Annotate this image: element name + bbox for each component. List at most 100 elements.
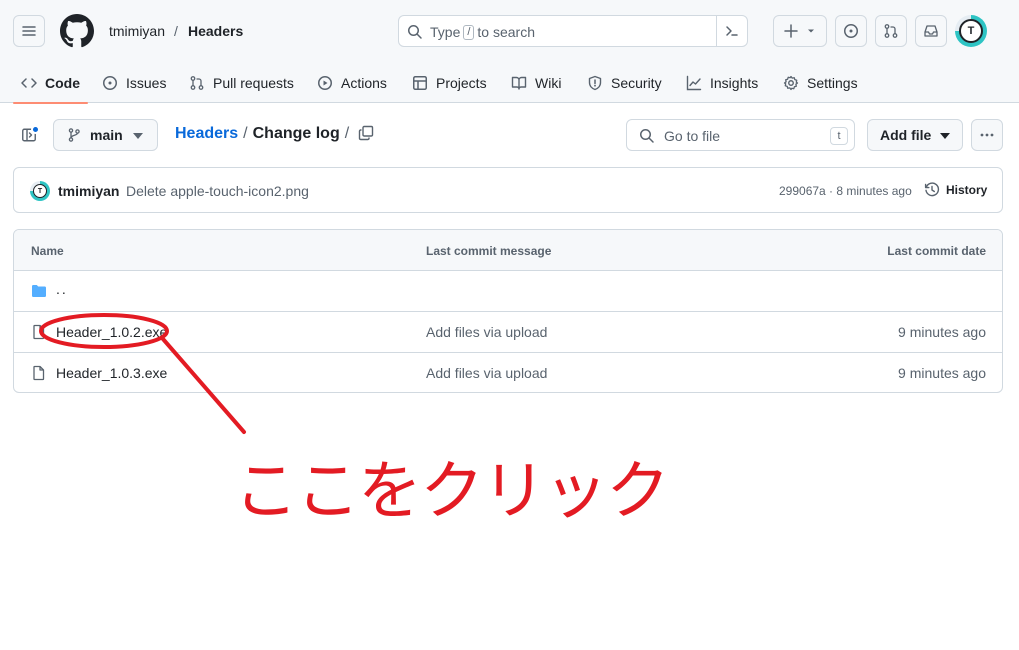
issue-circle-icon xyxy=(844,24,858,38)
tab-insights[interactable]: Insights xyxy=(686,62,758,103)
breadcrumb-separator: / xyxy=(174,23,178,39)
graph-icon xyxy=(686,75,702,90)
issue-icon xyxy=(103,75,117,90)
folder-icon xyxy=(32,285,46,297)
kebab-horizontal-icon xyxy=(980,133,994,137)
tab-label: Insights xyxy=(710,74,759,91)
latest-commit-bar: T tmimiyan Delete apple-touch-icon2.png … xyxy=(13,167,1003,213)
tab-label: Security xyxy=(611,74,662,91)
terminal-icon xyxy=(726,26,738,36)
column-header-date: Last commit date xyxy=(887,244,986,258)
parent-directory-link[interactable]: .. xyxy=(56,281,68,297)
branch-selector-button[interactable]: main xyxy=(53,119,158,151)
menu-button[interactable] xyxy=(13,15,45,47)
inbox-icon xyxy=(924,25,938,37)
file-path-breadcrumb: Headers / Change log / xyxy=(175,125,349,143)
commit-author[interactable]: tmimiyan xyxy=(58,183,119,199)
repo-nav: Code Issues Pull requests Actions Projec… xyxy=(0,62,1019,104)
pull-requests-button[interactable] xyxy=(875,15,907,47)
search-input[interactable]: Type / to search xyxy=(398,15,748,47)
triangle-down-icon xyxy=(133,133,143,139)
tab-label: Projects xyxy=(436,74,487,91)
history-button[interactable]: History xyxy=(924,182,987,198)
issues-button[interactable] xyxy=(835,15,867,47)
app-header: tmimiyan / Headers Type / to search T Co… xyxy=(0,0,1019,104)
file-name-link[interactable]: Header_1.0.2.exe xyxy=(56,324,167,340)
column-header-name: Name xyxy=(31,244,64,258)
tab-label: Issues xyxy=(126,74,167,91)
path-current-dir: Change log xyxy=(252,125,340,142)
commit-author-avatar[interactable]: T xyxy=(30,181,50,201)
book-icon xyxy=(511,76,527,90)
table-row[interactable]: Header_1.0.2.exe Add files via upload 9 … xyxy=(14,312,1002,353)
breadcrumb-owner[interactable]: tmimiyan xyxy=(109,23,165,39)
create-new-button[interactable] xyxy=(773,15,827,47)
branch-name: main xyxy=(90,127,123,143)
hamburger-icon xyxy=(22,26,36,36)
code-icon xyxy=(21,77,37,88)
path-trailing-separator: / xyxy=(344,125,350,142)
file-name-link[interactable]: Header_1.0.3.exe xyxy=(56,365,167,381)
avatar-letter: T xyxy=(33,184,47,198)
gear-icon xyxy=(783,75,799,90)
tab-settings[interactable]: Settings xyxy=(783,62,858,103)
file-icon xyxy=(33,365,45,381)
path-separator: / xyxy=(243,125,248,142)
github-logo-icon[interactable] xyxy=(60,14,94,48)
user-avatar[interactable]: T xyxy=(955,15,987,47)
annotation-label: ここをクリック xyxy=(234,455,670,529)
triangle-down-icon xyxy=(808,29,814,33)
pull-request-icon xyxy=(884,24,898,38)
search-shortcut-key: / xyxy=(463,24,475,40)
commit-date: 9 minutes ago xyxy=(898,365,986,381)
triangle-down-icon xyxy=(940,133,950,139)
path-repo-link[interactable]: Headers xyxy=(175,125,238,143)
table-icon xyxy=(413,75,427,90)
file-icon xyxy=(33,324,45,340)
commit-hash-time[interactable]: 299067a · 8 minutes ago xyxy=(779,184,912,198)
tab-label: Code xyxy=(45,74,80,91)
inbox-button[interactable] xyxy=(915,15,947,47)
tab-code[interactable]: Code xyxy=(13,62,88,104)
search-icon xyxy=(640,129,654,143)
search-placeholder-prefix: Type xyxy=(430,24,461,40)
tab-pull-requests[interactable]: Pull requests xyxy=(189,62,294,103)
tab-issues[interactable]: Issues xyxy=(102,62,166,103)
history-icon xyxy=(924,182,940,197)
tab-label: Actions xyxy=(341,74,387,91)
shield-icon xyxy=(588,75,602,90)
tab-label: Pull requests xyxy=(213,74,294,91)
tab-projects[interactable]: Projects xyxy=(412,62,487,103)
tab-wiki[interactable]: Wiki xyxy=(511,62,561,103)
commit-date: 9 minutes ago xyxy=(898,324,986,340)
play-icon xyxy=(318,75,332,90)
breadcrumb-repo[interactable]: Headers xyxy=(188,23,243,39)
go-to-file-shortcut: t xyxy=(830,127,848,145)
add-file-button[interactable]: Add file xyxy=(867,119,963,151)
table-header: Name Last commit message Last commit dat… xyxy=(14,230,1002,271)
commit-message-link[interactable]: Add files via upload xyxy=(426,365,547,381)
command-palette-button[interactable] xyxy=(716,16,747,46)
avatar-letter: T xyxy=(959,19,983,43)
tab-security[interactable]: Security xyxy=(587,62,662,103)
copy-path-icon[interactable] xyxy=(358,125,374,141)
add-file-label: Add file xyxy=(880,127,932,143)
tab-actions[interactable]: Actions xyxy=(317,62,387,103)
more-options-button[interactable] xyxy=(971,119,1003,151)
commit-message[interactable]: Delete apple-touch-icon2.png xyxy=(126,183,309,199)
history-label: History xyxy=(946,183,988,197)
file-table: Name Last commit message Last commit dat… xyxy=(13,229,1003,393)
git-branch-icon xyxy=(68,128,80,142)
file-tree-toggle-button[interactable] xyxy=(13,119,45,151)
search-placeholder-suffix: to search xyxy=(477,24,536,40)
tab-label: Settings xyxy=(807,74,858,91)
notification-dot xyxy=(31,125,40,134)
parent-directory-row[interactable]: .. xyxy=(14,271,1002,312)
plus-icon xyxy=(784,24,798,38)
tab-label: Wiki xyxy=(535,74,562,91)
table-row[interactable]: Header_1.0.3.exe Add files via upload 9 … xyxy=(14,353,1002,392)
pull-request-icon xyxy=(190,75,204,90)
search-placeholder: Type / to search xyxy=(430,24,535,40)
go-to-file-input[interactable]: Go to file t xyxy=(626,119,855,151)
commit-message-link[interactable]: Add files via upload xyxy=(426,324,547,340)
